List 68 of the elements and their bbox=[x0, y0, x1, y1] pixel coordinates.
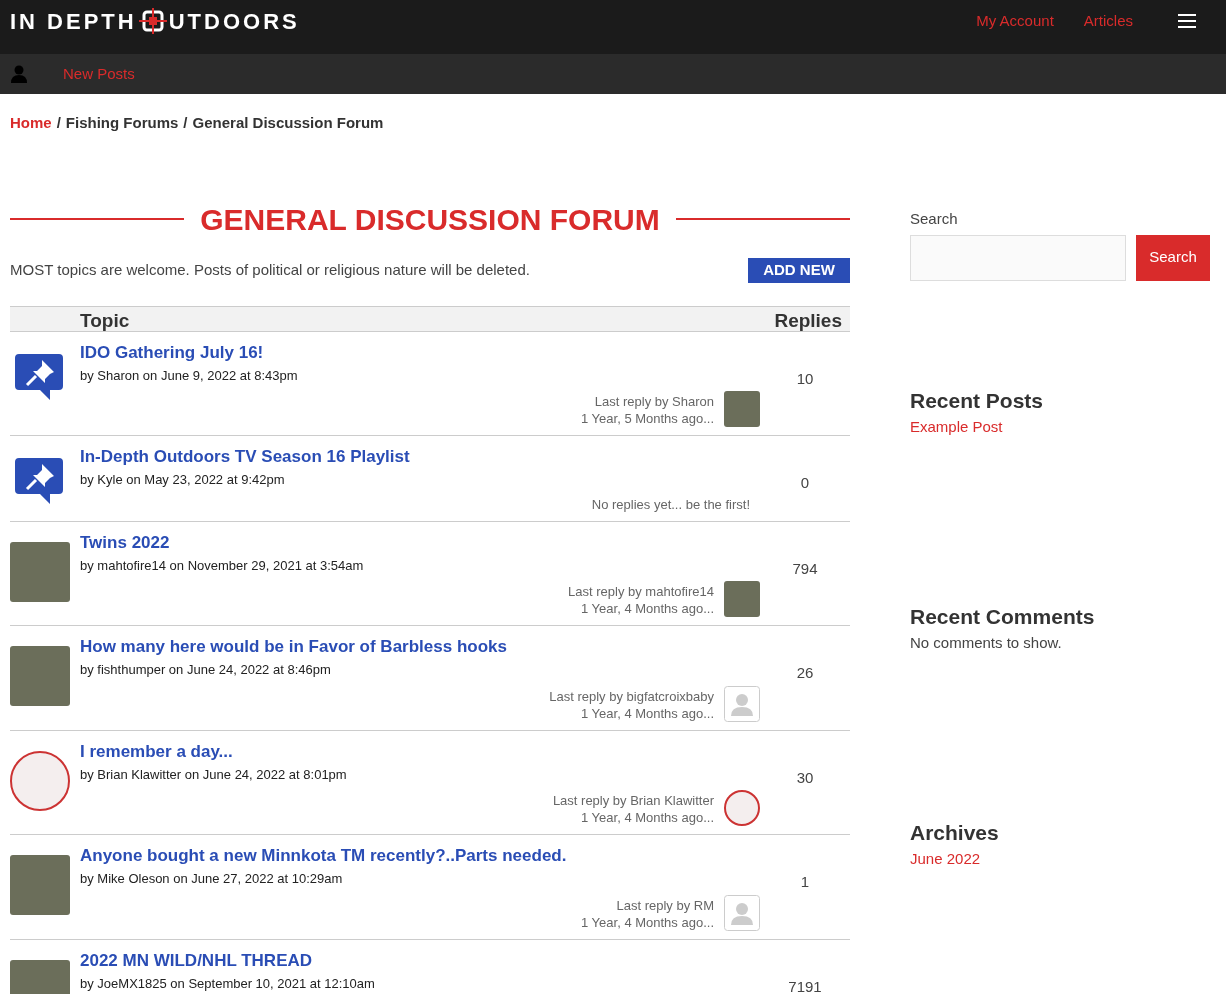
search-button[interactable]: Search bbox=[1136, 234, 1210, 281]
avatar-icon bbox=[724, 894, 760, 931]
breadcrumb-separator: / bbox=[56, 113, 61, 133]
last-reply-time: 1 Year, 4 Months ago... bbox=[581, 704, 714, 722]
topic-meta: by fishthumper on June 24, 2022 at 8:46pm bbox=[80, 661, 332, 679]
forum-description: MOST topics are welcome. Posts of political or religious nature will be deleted. bbox=[10, 259, 530, 280]
topic-title-link[interactable]: How many here would be in Favor of Barbless hooks bbox=[80, 636, 760, 658]
topic-meta: by Mike Oleson on June 27, 2022 at 10:29am bbox=[80, 870, 344, 888]
reply-count: 794 bbox=[792, 558, 818, 579]
last-reply-text: Last reply by Sharon bbox=[594, 393, 714, 410]
last-reply-time: 1 Year, 4 Months ago... bbox=[581, 913, 714, 931]
breadcrumb-link[interactable]: Home bbox=[10, 112, 52, 135]
topic-title-link[interactable]: IDO Gathering July 16! bbox=[80, 341, 760, 364]
photo-placeholder bbox=[724, 581, 760, 617]
last-reply-text: Last reply by RM bbox=[616, 896, 714, 914]
topic-meta: by Sharon on June 9, 2022 at 8:43pm bbox=[80, 366, 299, 385]
search-field[interactable] bbox=[910, 234, 1126, 281]
reply-count: 0 bbox=[800, 473, 810, 493]
menu-icon[interactable] bbox=[1178, 14, 1196, 28]
forum-title: GENERAL DISCUSSION FORUM bbox=[200, 201, 660, 238]
topic-title-link[interactable]: In-Depth Outdoors TV Season 16 Playlist bbox=[80, 446, 760, 468]
topic-meta: by Brian Klawitter on June 24, 2022 at 8:01pm bbox=[80, 765, 348, 784]
pin-icon bbox=[14, 456, 64, 506]
avatar-icon bbox=[724, 685, 760, 722]
breadcrumb-item: General Discussion Forum bbox=[192, 113, 384, 133]
last-reply-text: Last reply by mahtofire14 bbox=[568, 583, 714, 600]
topic-title-link[interactable]: Anyone bought a new Minnkota TM recently?..Parts needed. bbox=[80, 845, 760, 867]
logo-image bbox=[724, 790, 760, 826]
column-header: Topic bbox=[80, 310, 131, 330]
reply-count: 26 bbox=[796, 663, 814, 683]
add-new-button[interactable]: ADD NEW bbox=[748, 257, 850, 283]
reply-count: 7191 bbox=[788, 976, 822, 994]
sidebar-link[interactable]: Example Post bbox=[910, 416, 1210, 439]
last-reply-text: Last reply by Brian Klawitter bbox=[552, 792, 714, 809]
logo-text: IN DEPTH bbox=[10, 7, 137, 36]
reply-count: 30 bbox=[796, 767, 814, 788]
topic-meta: by mahtofire14 on November 29, 2021 at 3:54am bbox=[80, 556, 365, 575]
column-header: Replies bbox=[774, 310, 842, 330]
last-reply-text: Last reply by bigfatcroixbaby bbox=[549, 687, 714, 705]
topic-meta: by JoeMX1825 on September 10, 2021 at 12:10am bbox=[80, 974, 376, 993]
logo-text: UTDOORS bbox=[168, 7, 300, 36]
last-reply-time: 1 Year, 5 Months ago... bbox=[581, 410, 714, 427]
last-reply-text: No replies yet... be the first! bbox=[591, 495, 750, 513]
topic-meta: by Kyle on May 23, 2022 at 9:42pm bbox=[80, 471, 286, 489]
photo-placeholder bbox=[724, 391, 760, 427]
topic-title-link[interactable]: I remember a day... bbox=[80, 740, 760, 763]
photo-placeholder bbox=[10, 646, 70, 706]
last-reply-time: 1 Year, 4 Months ago... bbox=[581, 600, 714, 617]
crosshair-icon bbox=[138, 8, 167, 34]
pin-icon bbox=[14, 351, 64, 402]
user-icon[interactable] bbox=[10, 65, 28, 83]
section-heading: Recent Posts bbox=[910, 387, 1045, 414]
topic-title-link[interactable]: 2022 MN WILD/NHL THREAD bbox=[80, 949, 760, 972]
topic-title-link[interactable]: Twins 2022 bbox=[80, 531, 760, 554]
reply-count: 10 bbox=[796, 368, 814, 389]
last-reply-time: 1 Year, 4 Months ago... bbox=[581, 809, 714, 826]
sidebar-link[interactable]: June 2022 bbox=[910, 848, 1210, 871]
section-heading: Archives bbox=[910, 819, 1000, 846]
photo-placeholder bbox=[10, 855, 70, 915]
breadcrumb-separator: / bbox=[183, 113, 188, 133]
reply-count: 1 bbox=[800, 872, 810, 892]
breadcrumb-item: Fishing Forums bbox=[65, 113, 179, 133]
empty-message: No comments to show. bbox=[910, 633, 1063, 653]
photo-placeholder bbox=[10, 541, 70, 602]
search-label: Search bbox=[910, 209, 959, 229]
section-heading: Recent Comments bbox=[910, 603, 1096, 630]
nav-link[interactable]: Articles bbox=[1083, 9, 1133, 33]
nav-link[interactable]: My Account bbox=[976, 9, 1054, 33]
